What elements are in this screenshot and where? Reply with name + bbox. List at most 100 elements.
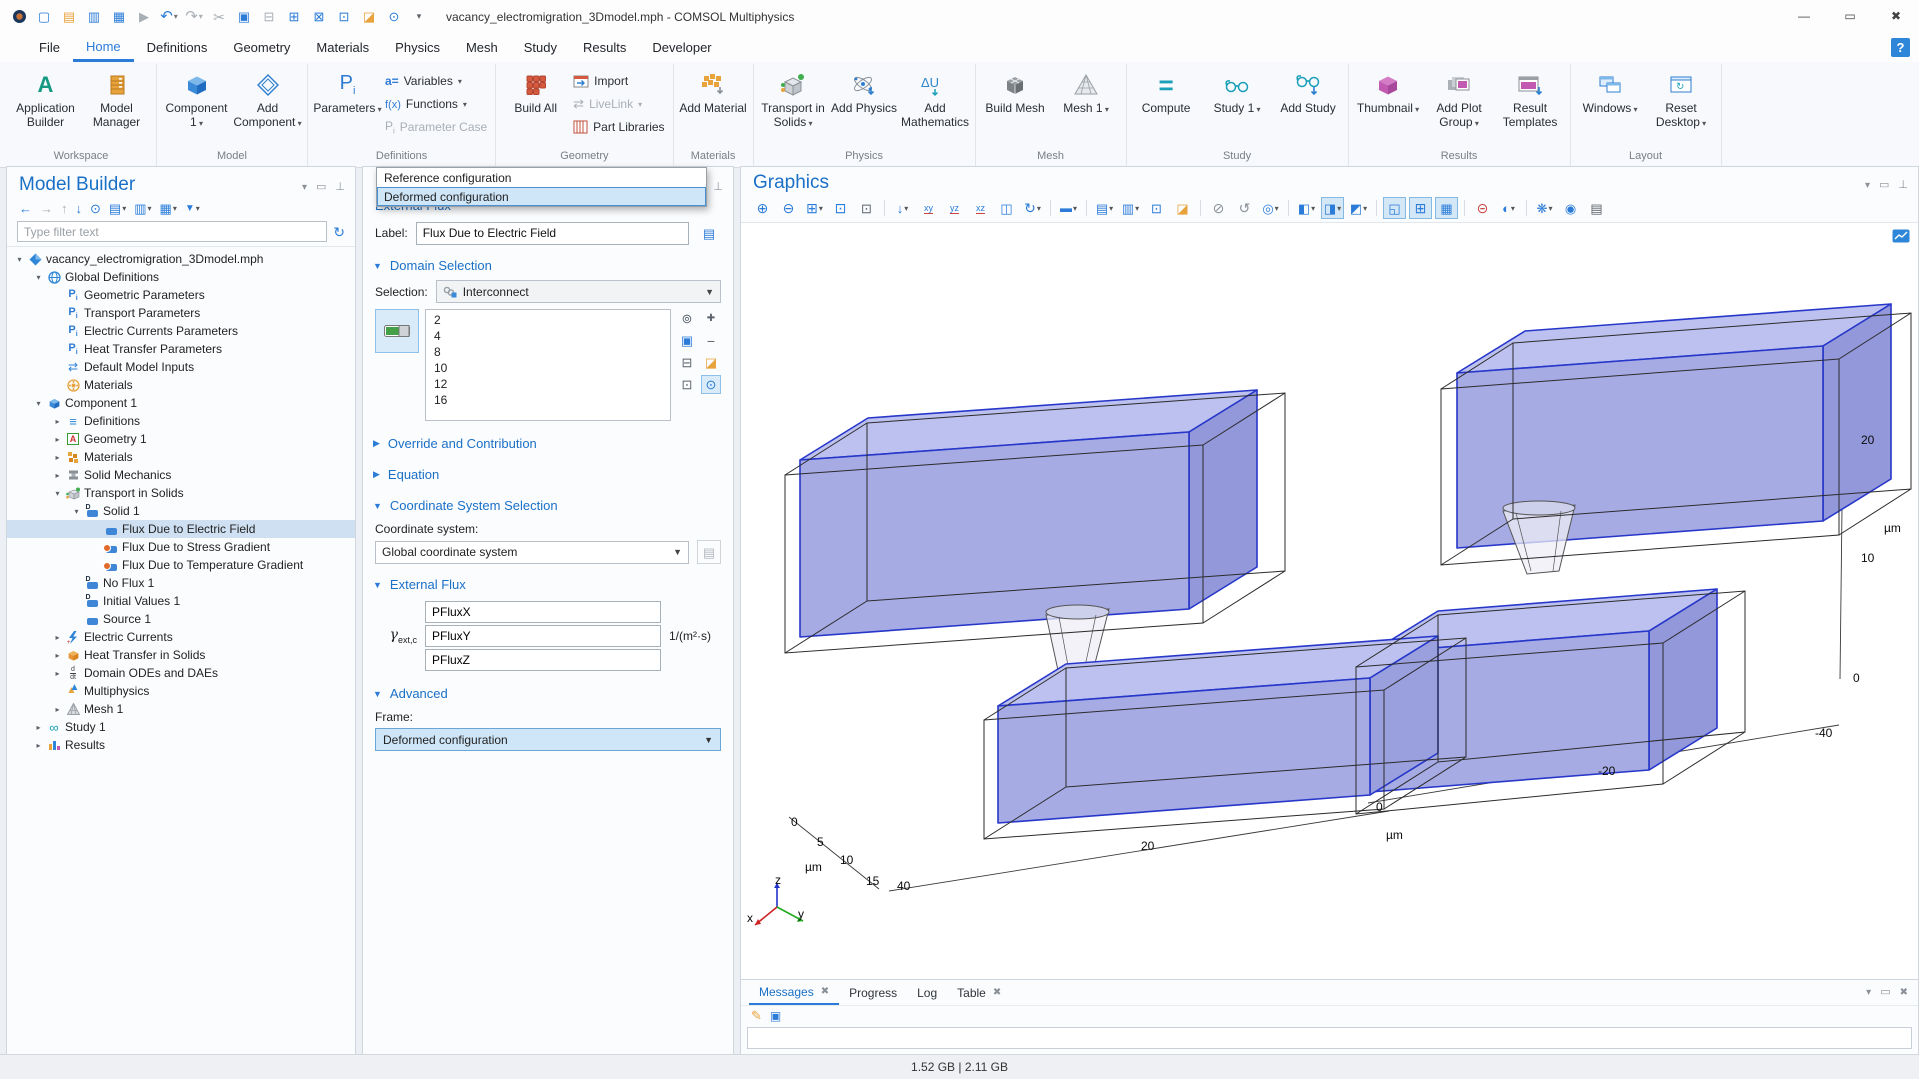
show-grid-button[interactable]: ⊞ <box>1409 197 1432 219</box>
duplicate-button[interactable]: ⊞ <box>285 6 303 28</box>
minimize-button[interactable]: — <box>1781 0 1827 32</box>
frame-option-deformed-configuration[interactable]: Deformed configuration <box>377 187 706 206</box>
select-box-button[interactable]: ⊡ <box>1145 197 1168 219</box>
part-libraries-button[interactable]: Part Libraries <box>573 118 664 136</box>
maximize-button[interactable]: ▭ <box>1827 0 1873 32</box>
section-override[interactable]: ▶ Override and Contribution <box>363 429 733 456</box>
orthographic-projection-button[interactable]: ◱ <box>1383 197 1406 219</box>
menu-materials[interactable]: Materials <box>303 33 382 62</box>
collapse-node-icon[interactable]: ▾ <box>13 255 26 264</box>
tree-item-geometry-1[interactable]: ▸AGeometry 1 <box>7 430 355 448</box>
menu-home[interactable]: Home <box>73 33 134 62</box>
label-input[interactable] <box>416 222 689 245</box>
application-builder-button[interactable]: AApplication Builder <box>10 64 81 129</box>
flux-field-y[interactable] <box>425 625 661 647</box>
tree-item-flux-due-to-stress-gradient[interactable]: Flux Due to Stress Gradient <box>7 538 355 556</box>
float-panel-icon[interactable]: ▭ <box>1880 986 1890 998</box>
add-material-button[interactable]: Add Material <box>678 64 749 115</box>
build-mesh-button[interactable]: Build Mesh <box>980 64 1051 115</box>
copy-button[interactable]: ▣ <box>235 6 253 28</box>
undo-button[interactable]: ↶▾ <box>160 6 178 28</box>
selection-dropdown[interactable]: Interconnect ▼ <box>436 280 721 303</box>
functions-button[interactable]: f(x)Functions▾ <box>385 95 487 113</box>
flux-field-z[interactable] <box>425 649 661 671</box>
copy-log-button[interactable]: ▣ <box>770 1009 781 1023</box>
find-button[interactable]: ⊙ <box>385 6 403 28</box>
tree-item-default-model-inputs[interactable]: ⇄Default Model Inputs <box>7 358 355 376</box>
tree-item-no-flux-1[interactable]: DNo Flux 1 <box>7 574 355 592</box>
add-study-button[interactable]: Add Study <box>1273 64 1344 115</box>
expand-node-icon[interactable]: ▸ <box>51 453 64 462</box>
zoom-box-button[interactable]: ⊞▾ <box>803 197 826 219</box>
tab-log[interactable]: Log <box>907 980 947 1005</box>
go-to-xz-view-button[interactable]: xz <box>969 197 992 219</box>
show-axis-button[interactable]: ▦ <box>1435 197 1458 219</box>
zoom-extents-button[interactable]: ⊡ <box>829 197 852 219</box>
create-selection-button[interactable]: ⊚ <box>677 309 697 328</box>
model-manager-button[interactable]: Model Manager <box>81 64 152 129</box>
windows-button[interactable]: Windows ▾ <box>1575 64 1646 115</box>
collapse-node-icon[interactable]: ▾ <box>51 489 64 498</box>
comsol-logo-button[interactable] <box>10 6 28 28</box>
close-panel-icon[interactable]: ✖ <box>1900 986 1908 998</box>
add-to-selection-button[interactable]: ✚ <box>701 309 721 328</box>
section-domain-selection[interactable]: ▼ Domain Selection <box>363 251 733 278</box>
selection-entity-10[interactable]: 10 <box>426 360 670 376</box>
selection-entity-4[interactable]: 4 <box>426 328 670 344</box>
environment-reflections-button[interactable]: ▥▾ <box>1119 197 1142 219</box>
menu-developer[interactable]: Developer <box>639 33 724 62</box>
study-1-button[interactable]: Study 1 ▾ <box>1202 64 1273 115</box>
menu-definitions[interactable]: Definitions <box>134 33 221 62</box>
mesh-1-button[interactable]: Mesh 1 ▾ <box>1051 64 1122 115</box>
cut-button[interactable]: ✂ <box>210 6 228 28</box>
tree-item-electric-currents-parameters[interactable]: PiElectric Currents Parameters <box>7 322 355 340</box>
add-plot-group-button[interactable]: Add Plot Group ▾ <box>1424 64 1495 129</box>
parameters-button[interactable]: PiParameters ▾ <box>312 64 383 115</box>
clear-log-button[interactable]: ✎ <box>751 1009 762 1023</box>
scene-refresh-button[interactable]: ❋▾ <box>1533 197 1556 219</box>
select-box-button[interactable]: ⊡ <box>335 6 353 28</box>
model-tree-filter-button[interactable]: ▼▾ <box>185 204 200 214</box>
save-button[interactable]: ▥ <box>85 6 103 28</box>
build-all-button[interactable]: Build All <box>500 64 571 115</box>
tree-item-study-1[interactable]: ▸∞Study 1 <box>7 718 355 736</box>
collapse-all-button[interactable]: ▥▾ <box>134 202 151 215</box>
tree-item-mesh-1[interactable]: ▸Mesh 1 <box>7 700 355 718</box>
image-snapshot-button[interactable]: ◉ <box>1559 197 1582 219</box>
tree-item-flux-due-to-temperature-gradient[interactable]: Flux Due to Temperature Gradient <box>7 556 355 574</box>
run-button[interactable]: ▶ <box>135 6 153 28</box>
tree-item-multiphysics[interactable]: ▲▲Multiphysics <box>7 682 355 700</box>
compute-button[interactable]: =Compute <box>1131 64 1202 115</box>
clear-selection-button[interactable]: ◪ <box>360 6 378 28</box>
go-to-default-view-button[interactable]: ↓▾ <box>891 197 914 219</box>
expand-node-icon[interactable]: ▸ <box>51 435 64 444</box>
frame-option-reference-configuration[interactable]: Reference configuration <box>377 168 706 187</box>
reset-desktop-button[interactable]: ↻Reset Desktop ▾ <box>1646 64 1717 129</box>
selection-entity-8[interactable]: 8 <box>426 344 670 360</box>
transport-in-solids-button[interactable]: Transport in Solids ▾ <box>758 64 829 129</box>
tab-table[interactable]: Table✖ <box>947 980 1011 1005</box>
tree-item-geometric-parameters[interactable]: PiGeometric Parameters <box>7 286 355 304</box>
pin-panel-icon[interactable]: ⊥ <box>1898 179 1908 191</box>
parameter-case-button[interactable]: PiParameter Case <box>385 118 487 136</box>
section-advanced[interactable]: ▼ Advanced <box>363 679 733 706</box>
redo-button[interactable]: ↷▾ <box>185 6 203 28</box>
go-back-button[interactable]: ← <box>19 202 32 215</box>
add-mathematics-button[interactable]: ΔUAdd Mathematics <box>900 64 971 129</box>
tree-item-solid-mechanics[interactable]: ▸Solid Mechanics <box>7 466 355 484</box>
tree-item-transport-in-solids[interactable]: ▾Transport in Solids <box>7 484 355 502</box>
tree-item-materials[interactable]: Materials <box>7 376 355 394</box>
selection-color-button[interactable]: ◨▾ <box>1321 197 1344 219</box>
component-1-button[interactable]: Component 1 ▾ <box>161 64 232 129</box>
tree-item-electric-currents[interactable]: ▸+Electric Currents <box>7 628 355 646</box>
expand-node-icon[interactable]: ▸ <box>51 651 64 660</box>
pin-panel-icon[interactable]: ⊥ <box>713 181 723 193</box>
tree-item-materials[interactable]: ▸Materials <box>7 448 355 466</box>
tree-item-initial-values-1[interactable]: DInitial Values 1 <box>7 592 355 610</box>
close-tab-icon[interactable]: ✖ <box>993 987 1001 998</box>
color-theme-button[interactable]: ◐▾ <box>1497 197 1520 219</box>
show-selection-button[interactable]: ⊙ <box>701 375 721 394</box>
livelink-button[interactable]: ⇄LiveLink▾ <box>573 95 664 113</box>
menu-study[interactable]: Study <box>511 33 570 62</box>
close-tab-icon[interactable]: ✖ <box>821 986 829 997</box>
